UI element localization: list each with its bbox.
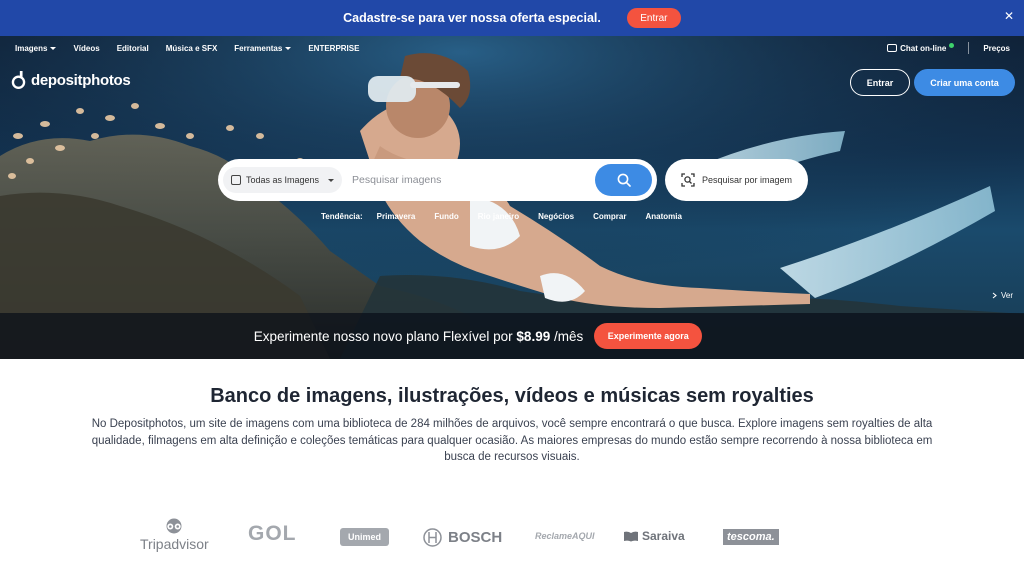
nav-right: Chat on-line Preços: [887, 36, 1010, 60]
client-logos: Tripadvisor GOL Unimed BOSCH ReclameAQUI…: [0, 518, 1024, 558]
page-title: Banco de imagens, ilustrações, vídeos e …: [210, 385, 814, 407]
view-label: Ver: [1000, 291, 1013, 300]
client-name: ReclameAQUI: [535, 531, 595, 541]
chat-label: Chat on-line: [900, 43, 947, 53]
client-logo-tescoma: tescoma.: [723, 529, 779, 545]
offer-description: Experimente nosso novo plano Flexível po…: [253, 328, 513, 344]
top-nav: Imagens Vídeos Editorial Música e SFX Fe…: [0, 36, 1024, 60]
page-description: No Depositphotos, um site de imagens com…: [91, 418, 933, 463]
camera-search-icon: [681, 173, 695, 187]
client-logo-unimed: Unimed: [340, 528, 390, 546]
chat-icon: [887, 44, 898, 52]
search-input[interactable]: [352, 174, 593, 186]
client-name: Tripadvisor: [140, 536, 209, 552]
chevron-right-icon: [992, 292, 997, 299]
chevron-down-icon: [285, 46, 292, 50]
nav-label: Vídeos: [73, 43, 100, 53]
view-image-link[interactable]: Ver: [992, 291, 1013, 300]
search-type-label: Todas as Imagens: [246, 175, 320, 185]
nav-label: Editorial: [116, 43, 149, 53]
promo-text: Cadastre-se para ver nossa oferta especi…: [343, 11, 601, 25]
offer-banner: Experimente nosso novo plano Flexível po…: [0, 313, 1024, 359]
client-name: BOSCH: [448, 529, 503, 546]
owl-icon: [166, 518, 182, 534]
client-logo-reclameaqui: ReclameAQUI: [535, 531, 595, 541]
client-name: GOL: [248, 522, 297, 545]
close-icon[interactable]: ✕: [1004, 9, 1014, 23]
book-icon: [624, 531, 638, 541]
promo-bar: Cadastre-se para ver nossa oferta especi…: [0, 0, 1024, 36]
search-icon: [617, 173, 631, 187]
offer-period: /mês: [553, 328, 584, 344]
promo-login-button[interactable]: Entrar: [626, 8, 681, 28]
nav-musica-sfx[interactable]: Música e SFX: [166, 44, 218, 53]
logo[interactable]: depositphotos: [11, 71, 131, 89]
trending-tag[interactable]: Fundo: [434, 212, 458, 221]
online-status-dot: [949, 43, 955, 48]
client-name: Unimed: [348, 532, 382, 542]
chevron-down-icon: [328, 178, 335, 182]
visual-search-button[interactable]: Pesquisar por imagem: [665, 159, 808, 201]
nav-ferramentas[interactable]: Ferramentas: [234, 43, 292, 53]
nav-videos[interactable]: Vídeos: [73, 44, 99, 53]
hero: Imagens Vídeos Editorial Música e SFX Fe…: [0, 36, 1024, 359]
client-logo-gol: GOL: [248, 522, 297, 546]
trending-tag[interactable]: Rio janeiro: [478, 212, 519, 221]
client-name: Saraiva: [642, 529, 685, 543]
trending-tag[interactable]: Anatomia: [645, 212, 681, 221]
nav-editorial[interactable]: Editorial: [117, 44, 149, 53]
pricing-link[interactable]: Preços: [983, 44, 1010, 53]
login-button[interactable]: Entrar: [850, 69, 910, 96]
nav-label: ENTERPRISE: [308, 43, 360, 53]
trending-tags: Tendência: Primavera Fundo Rio janeiro N…: [321, 212, 701, 221]
trending-tag[interactable]: Negócios: [538, 212, 574, 221]
offer-text: Experimente nosso novo plano Flexível po…: [254, 329, 584, 344]
nav-divider: [968, 42, 970, 54]
nav-label: Ferramentas: [234, 43, 283, 53]
image-icon: [231, 175, 241, 185]
client-logo-tripadvisor: Tripadvisor: [140, 518, 209, 552]
logo-icon: [11, 71, 26, 89]
client-logo-saraiva: Saraiva: [623, 529, 685, 543]
chat-online-link[interactable]: Chat on-line: [887, 43, 955, 53]
nav-label: Música e SFX: [165, 43, 218, 53]
search-bar: Todas as Imagens: [218, 159, 657, 201]
signup-button[interactable]: Criar uma conta: [914, 69, 1015, 96]
logo-text: depositphotos: [31, 71, 131, 89]
nav-enterprise[interactable]: ENTERPRISE: [308, 44, 359, 53]
trending-label: Tendência:: [321, 212, 363, 221]
visual-search-label: Pesquisar por imagem: [701, 175, 793, 185]
nav-imagens[interactable]: Imagens: [15, 43, 57, 53]
search-type-select[interactable]: Todas as Imagens: [223, 167, 343, 193]
chevron-down-icon: [50, 46, 57, 50]
trending-tag[interactable]: Primavera: [377, 212, 416, 221]
search-button[interactable]: [595, 164, 652, 196]
client-name: tescoma.: [727, 531, 775, 543]
try-now-button[interactable]: Experimente agora: [594, 323, 703, 349]
client-logo-bosch: BOSCH: [423, 528, 502, 547]
trending-tag[interactable]: Comprar: [593, 212, 626, 221]
offer-price: $8.99: [516, 328, 551, 344]
nav-label: Imagens: [15, 43, 48, 53]
bosch-emblem-icon: [423, 528, 442, 547]
